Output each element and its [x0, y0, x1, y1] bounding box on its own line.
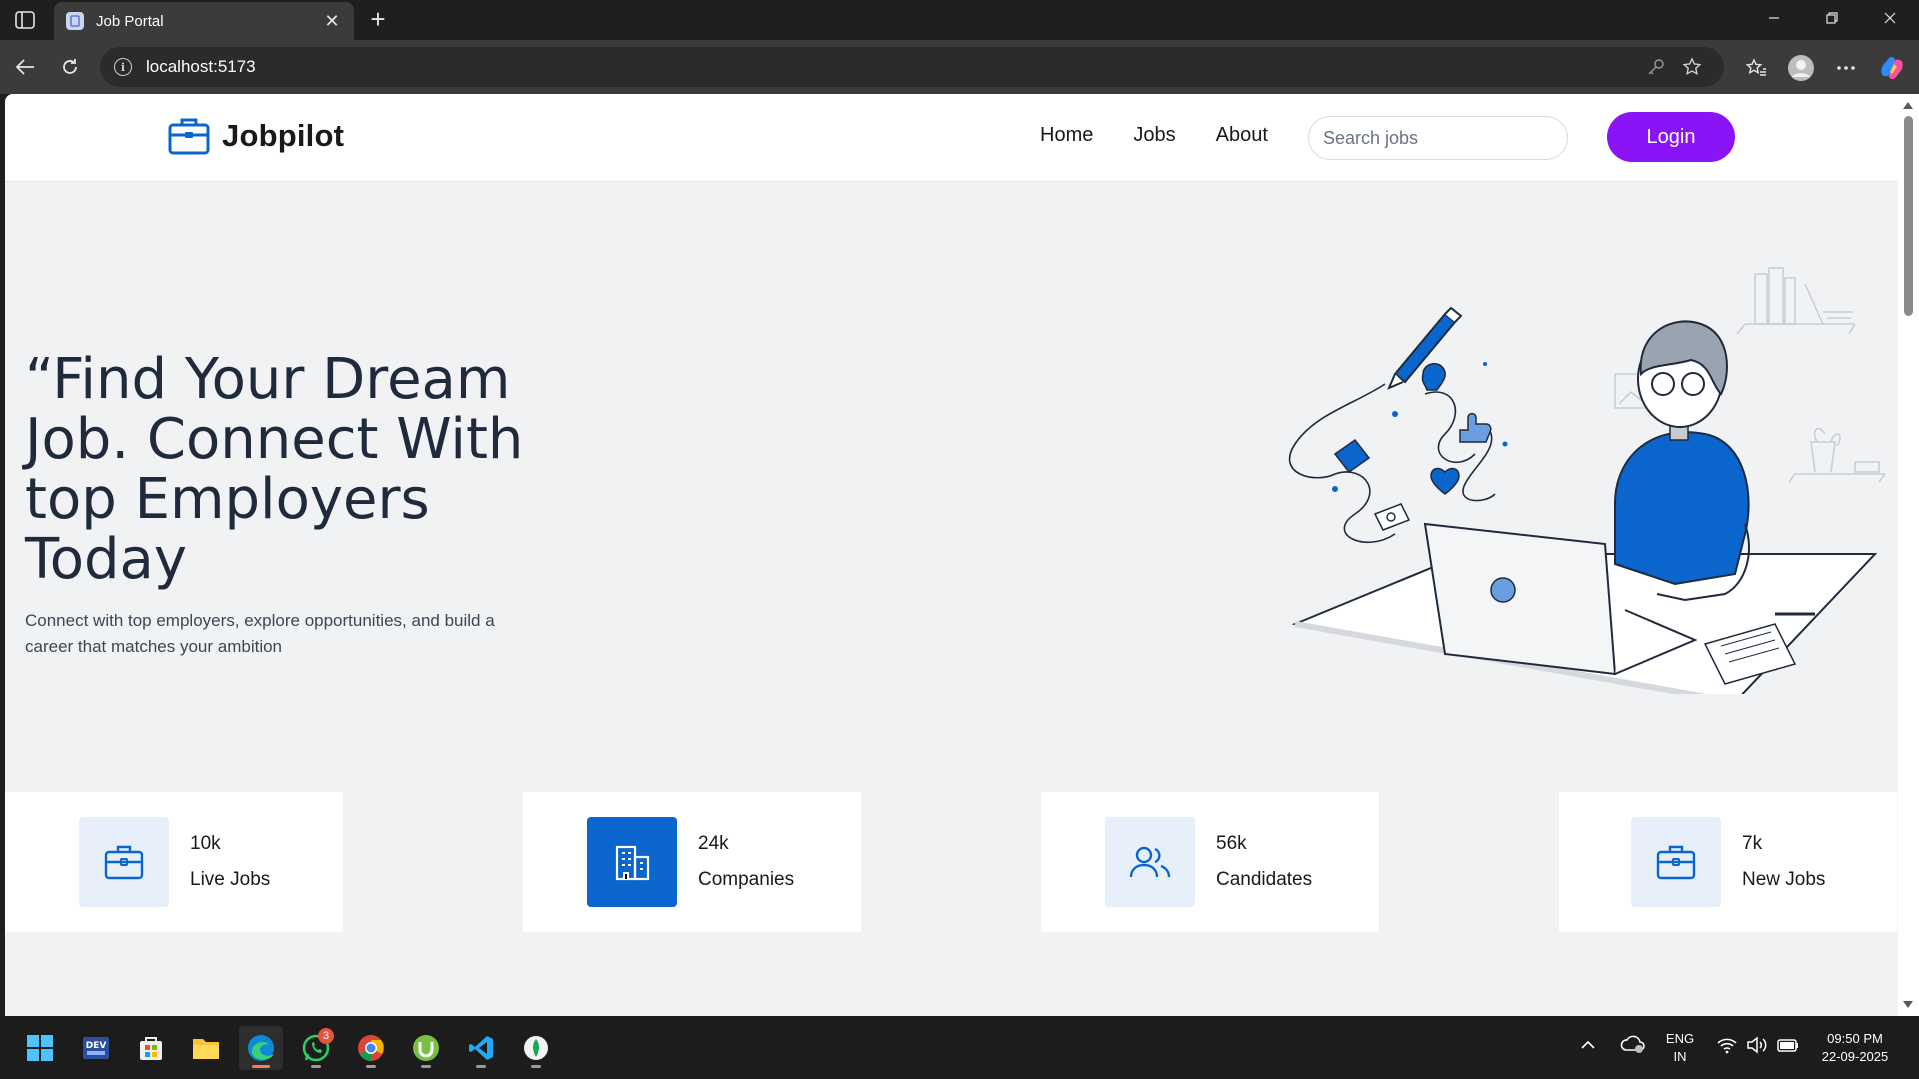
running-app-indicator: [421, 1065, 431, 1068]
scroll-thumb[interactable]: [1904, 116, 1913, 316]
stat-label: New Jobs: [1742, 869, 1826, 890]
address-bar-row: i localhost:5173: [0, 40, 1919, 94]
tab-actions-icon[interactable]: [10, 8, 40, 32]
browser-tab-bar: Job Portal ✕ +: [0, 0, 1919, 40]
briefcase-icon: [79, 817, 169, 907]
stat-value: 24k: [698, 833, 729, 854]
hero-subtitle: Connect with top employers, explore oppo…: [25, 611, 495, 656]
url-text[interactable]: localhost:5173: [146, 57, 1638, 77]
vscode-icon[interactable]: [459, 1026, 503, 1070]
language-code: ENG: [1665, 1031, 1695, 1046]
tab-title: Job Portal: [96, 12, 164, 30]
page-scrollbar[interactable]: [1898, 94, 1919, 1016]
clock[interactable]: 09:50 PM 22-09-2025: [1810, 1030, 1900, 1066]
nav-jobs[interactable]: Jobs: [1133, 124, 1175, 147]
minimize-button[interactable]: [1752, 6, 1796, 34]
favorite-star-icon[interactable]: [1674, 52, 1710, 82]
search-input[interactable]: [1323, 127, 1555, 149]
stat-card-new-jobs: 7k New Jobs: [1559, 792, 1897, 932]
hero-illustration: [1288, 267, 1886, 694]
stat-label: Live Jobs: [190, 869, 271, 890]
restore-button[interactable]: [1810, 6, 1854, 34]
chrome-icon[interactable]: [349, 1026, 393, 1070]
favorites-icon[interactable]: [1740, 52, 1772, 84]
start-button[interactable]: [18, 1026, 62, 1070]
stat-value: 7k: [1742, 833, 1763, 854]
stat-label: Companies: [698, 869, 795, 890]
edge-browser-icon[interactable]: [239, 1026, 283, 1070]
site-info-icon[interactable]: i: [114, 58, 132, 76]
job-search-box: [1308, 116, 1568, 160]
new-tab-button[interactable]: +: [364, 6, 392, 34]
favicon-icon: [66, 12, 84, 30]
onedrive-icon[interactable]: [1620, 1034, 1646, 1059]
volume-icon[interactable]: [1746, 1036, 1768, 1059]
building-icon: [587, 817, 677, 907]
hero-title: “Find Your Dream Job. Connect With top E…: [25, 347, 524, 592]
dev-home-icon[interactable]: DEV: [74, 1026, 118, 1070]
page-viewport: Jobpilot Home Jobs About Login “Find You…: [5, 94, 1898, 1016]
close-window-button[interactable]: [1868, 6, 1912, 34]
clock-time: 09:50 PM: [1827, 1031, 1883, 1046]
file-explorer-icon[interactable]: [184, 1026, 228, 1070]
briefcase-icon: [1631, 817, 1721, 907]
running-app-indicator: [476, 1065, 486, 1068]
stat-value: 56k: [1216, 833, 1247, 854]
notification-badge: 3: [318, 1028, 334, 1044]
mongodb-compass-icon[interactable]: [514, 1026, 558, 1070]
battery-icon[interactable]: [1776, 1036, 1800, 1059]
copilot-icon[interactable]: [1876, 52, 1908, 84]
running-app-indicator: [366, 1065, 376, 1068]
nav-about[interactable]: About: [1216, 124, 1268, 147]
tab-close-icon[interactable]: ✕: [322, 11, 342, 32]
scroll-up-arrow-icon[interactable]: [1903, 102, 1913, 109]
microsoft-store-icon[interactable]: [129, 1026, 173, 1070]
scroll-down-arrow-icon[interactable]: [1903, 1001, 1913, 1008]
stat-card-live-jobs: 10k Live Jobs: [5, 792, 343, 932]
main-nav: Home Jobs About: [1040, 124, 1308, 147]
profile-avatar-icon[interactable]: [1785, 52, 1817, 84]
more-options-icon[interactable]: [1830, 52, 1862, 84]
users-icon: [1105, 817, 1195, 907]
region-code: IN: [1673, 1049, 1687, 1064]
briefcase-logo-icon: [168, 118, 210, 155]
active-app-indicator: [252, 1065, 270, 1068]
show-hidden-icons-icon[interactable]: [1580, 1038, 1596, 1056]
stat-card-companies: 24k Companies: [523, 792, 861, 932]
language-indicator[interactable]: ENG IN: [1662, 1030, 1698, 1066]
browser-tab-job-portal[interactable]: Job Portal ✕: [54, 2, 354, 40]
wifi-icon[interactable]: [1716, 1036, 1738, 1059]
login-button[interactable]: Login: [1607, 112, 1735, 162]
stat-label: Candidates: [1216, 869, 1313, 890]
site-header: Jobpilot Home Jobs About Login: [5, 94, 1898, 182]
refresh-button[interactable]: [55, 52, 85, 82]
whatsapp-icon[interactable]: 3: [294, 1026, 338, 1070]
stat-value: 10k: [190, 833, 221, 854]
svg-text:DEV: DEV: [86, 1041, 107, 1051]
password-key-icon[interactable]: [1638, 52, 1674, 82]
back-button[interactable]: [10, 52, 40, 82]
windows-taskbar: DEV 3 ENG IN 09:50 PM 22-09-2025: [0, 1016, 1919, 1079]
running-app-indicator: [531, 1065, 541, 1068]
brand-name: Jobpilot: [222, 118, 345, 153]
clock-date: 22-09-2025: [1821, 1049, 1889, 1064]
running-app-indicator: [311, 1065, 321, 1068]
stat-card-candidates: 56k Candidates: [1041, 792, 1379, 932]
utorrent-icon[interactable]: [404, 1026, 448, 1070]
brand-logo[interactable]: Jobpilot: [168, 116, 344, 156]
url-bar[interactable]: i localhost:5173: [100, 47, 1724, 87]
nav-home[interactable]: Home: [1040, 124, 1093, 147]
